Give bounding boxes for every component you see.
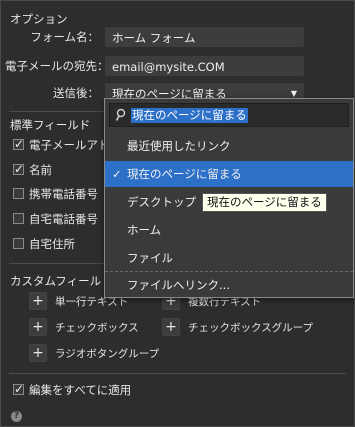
checkbox-apply-all[interactable]: ✓ [13, 382, 25, 396]
add-checkbox-group-button[interactable]: + [162, 318, 180, 336]
divider [9, 373, 346, 374]
checkbox-home-phone-label: 自宅電話番号 [29, 212, 98, 226]
link-search-value: 現在のページに留まる [131, 108, 248, 123]
plus-icon: + [165, 319, 177, 335]
check-icon: ✓ [14, 137, 25, 151]
dropdown-item-label: 現在のページに留まる [127, 167, 242, 181]
dropdown-item-label: ファイル [127, 251, 173, 265]
check-icon: ✓ [14, 382, 25, 396]
dropdown-item-label: 最近使用したリンク [127, 139, 231, 153]
apply-all-label: 編集をすべてに適用 [29, 383, 132, 397]
dropdown-item-recent-links[interactable]: 最近使用したリンク [105, 133, 353, 159]
help-icon[interactable]: ? [11, 411, 22, 422]
add-single-line-text-button[interactable]: + [29, 292, 47, 310]
check-icon: ✓ [112, 167, 122, 181]
dropdown-item-label: ファイルへリンク... [127, 278, 230, 292]
tooltip: 現在のページに留まる [202, 193, 327, 212]
dropdown-item-stay-on-page[interactable]: ✓ 現在のページに留まる [105, 161, 353, 187]
plus-icon: + [32, 293, 44, 309]
search-icon [115, 108, 127, 122]
checkbox-mobile-phone-label: 携帯電話番号 [29, 187, 98, 201]
email-label: 電子メールの宛先： [5, 59, 109, 73]
checkbox-name-label: 名前 [29, 163, 52, 177]
checkbox-email[interactable]: ✓ [13, 137, 25, 151]
plus-icon: + [32, 345, 44, 361]
add-radio-group-button[interactable]: + [29, 344, 47, 362]
plus-icon: + [32, 319, 44, 335]
dropdown-item-file[interactable]: ファイル [105, 245, 353, 271]
checkbox-mobile-phone[interactable] [13, 188, 24, 199]
link-search-input[interactable]: 現在のページに留まる [109, 103, 349, 127]
checkbox-home-phone[interactable] [13, 213, 24, 224]
dropdown-item-label: デスクトップ [127, 195, 196, 209]
checkbox-name[interactable]: ✓ [13, 162, 25, 176]
dropdown-item-link-to-file[interactable]: ファイルへリンク... [105, 271, 353, 297]
check-icon: ✓ [14, 162, 25, 176]
options-section-title: オプション [10, 12, 68, 26]
form-name-label: フォーム名： [30, 30, 99, 44]
email-input[interactable]: email@mysite.COM [105, 56, 304, 76]
dropdown-item-home[interactable]: ホーム [105, 217, 353, 243]
add-checkbox-button[interactable]: + [29, 318, 47, 336]
checkbox-home-address-label: 自宅住所 [29, 237, 75, 251]
add-checkbox-label: チェックボックス [55, 322, 139, 334]
checkbox-home-address[interactable] [13, 238, 24, 249]
after-send-label: 送信後： [53, 86, 99, 100]
form-name-input[interactable]: ホーム フォーム [105, 27, 304, 47]
standard-fields-title: 標準フィールド [10, 118, 91, 132]
add-radio-group-label: ラジオボタングループ [55, 348, 160, 360]
dropdown-item-label: ホーム [127, 223, 162, 237]
add-checkbox-group-label: チェックボックスグループ [188, 322, 314, 334]
